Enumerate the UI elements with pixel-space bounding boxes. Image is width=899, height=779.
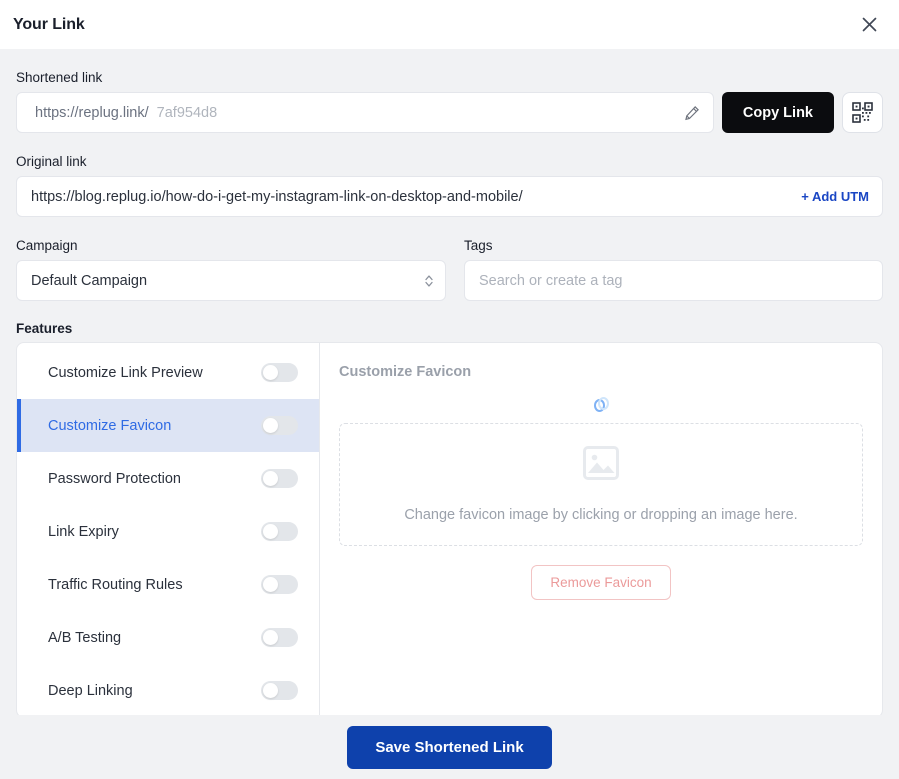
toggle-knob: [263, 524, 278, 539]
feature-toggle-link-expiry[interactable]: [261, 522, 298, 541]
spinner-ring: [597, 397, 609, 410]
page-title: Your Link: [13, 15, 85, 33]
feature-row-traffic-routing-rules[interactable]: Traffic Routing Rules: [17, 558, 319, 611]
campaign-tags-row: Campaign Default Campaign Tags: [16, 217, 883, 301]
favicon-dropzone-text: Change favicon image by clicking or drop…: [404, 507, 798, 523]
features-label: Features: [16, 321, 73, 336]
shortened-link-input-group[interactable]: https://replug.link/: [16, 92, 714, 133]
favicon-detail-pane: Customize Favicon Change favicon image b…: [320, 343, 882, 715]
favicon-dropzone[interactable]: Change favicon image by clicking or drop…: [339, 423, 863, 546]
add-utm-button[interactable]: + Add UTM: [791, 189, 869, 204]
favicon-panel-title: Customize Favicon: [339, 364, 472, 380]
tags-field: Tags: [464, 217, 883, 301]
shortened-link-row: https://replug.link/ Copy Link: [16, 92, 883, 133]
original-link-label: Original link: [16, 154, 87, 169]
features-list: Customize Link Preview Customize Favicon…: [17, 343, 320, 715]
modal-header: Your Link: [0, 0, 899, 49]
qr-code-icon[interactable]: [842, 92, 883, 133]
original-link-input[interactable]: [31, 188, 792, 205]
shortened-link-label: Shortened link: [16, 70, 103, 85]
toggle-knob: [263, 683, 278, 698]
copy-link-button[interactable]: Copy Link: [721, 92, 834, 133]
qr-code-icon-glyph: [852, 102, 873, 123]
shortened-link-prefix: https://replug.link/: [35, 104, 149, 121]
feature-label: Customize Link Preview: [48, 364, 203, 381]
feature-toggle-ab-testing[interactable]: [261, 628, 298, 647]
save-shortened-link-button[interactable]: Save Shortened Link: [347, 725, 552, 769]
tags-label: Tags: [464, 238, 493, 253]
feature-label: Link Expiry: [48, 523, 119, 540]
close-icon-glyph: [862, 17, 876, 32]
feature-row-password-protection[interactable]: Password Protection: [17, 452, 319, 505]
feature-label: Deep Linking: [48, 682, 133, 699]
close-icon[interactable]: [855, 11, 883, 39]
feature-toggle-traffic-routing-rules[interactable]: [261, 575, 298, 594]
campaign-select-wrap: Default Campaign: [16, 260, 446, 301]
toggle-knob: [263, 418, 278, 433]
your-link-modal: Your Link Shortened link https://replug.…: [0, 0, 899, 779]
feature-row-ab-testing[interactable]: A/B Testing: [17, 611, 319, 664]
feature-row-customize-link-preview[interactable]: Customize Link Preview: [17, 346, 319, 399]
toggle-knob: [263, 365, 278, 380]
shortened-link-slug-input[interactable]: [156, 104, 679, 121]
feature-label: Customize Favicon: [48, 417, 172, 434]
features-panel: Customize Link Preview Customize Favicon…: [16, 342, 883, 715]
feature-row-customize-favicon[interactable]: Customize Favicon: [17, 399, 319, 452]
feature-toggle-customize-favicon[interactable]: [261, 416, 298, 435]
campaign-label: Campaign: [16, 238, 78, 253]
campaign-field: Campaign Default Campaign: [16, 217, 446, 301]
campaign-select[interactable]: Default Campaign: [16, 260, 446, 301]
pencil-icon[interactable]: [679, 100, 705, 126]
feature-row-link-expiry[interactable]: Link Expiry: [17, 505, 319, 558]
feature-toggle-customize-link-preview[interactable]: [261, 363, 298, 382]
feature-label: A/B Testing: [48, 629, 122, 646]
remove-favicon-button[interactable]: Remove Favicon: [531, 565, 671, 600]
feature-row-deep-linking[interactable]: Deep Linking: [17, 664, 319, 715]
toggle-knob: [263, 577, 278, 592]
toggle-knob: [263, 630, 278, 645]
feature-label: Traffic Routing Rules: [48, 576, 183, 593]
pencil-icon-glyph: [685, 105, 699, 120]
image-placeholder-icon-glyph: [583, 446, 619, 480]
image-placeholder-icon: [583, 446, 619, 485]
modal-body: Shortened link https://replug.link/ Copy…: [0, 49, 899, 715]
tags-input[interactable]: [464, 260, 883, 301]
original-link-input-group[interactable]: + Add UTM: [16, 176, 883, 217]
toggle-knob: [263, 471, 278, 486]
feature-toggle-deep-linking[interactable]: [261, 681, 298, 700]
loading-spinner-area: [339, 386, 863, 423]
loading-spinner-icon: [593, 397, 609, 412]
modal-footer: Save Shortened Link: [0, 715, 899, 779]
feature-label: Password Protection: [48, 470, 181, 487]
feature-toggle-password-protection[interactable]: [261, 469, 298, 488]
